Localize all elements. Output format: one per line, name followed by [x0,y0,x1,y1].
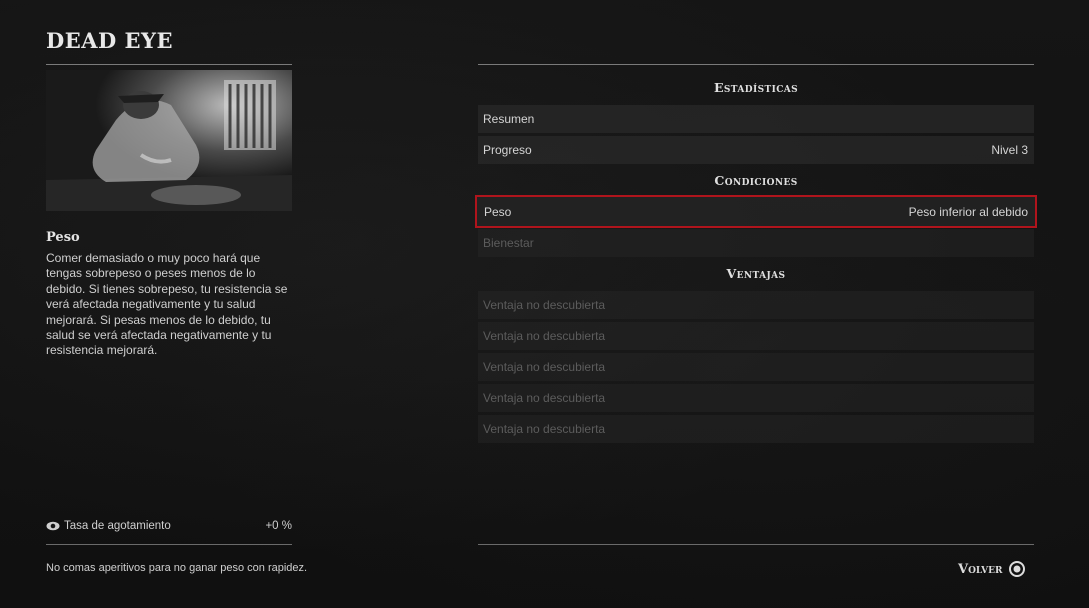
list-item-label: Ventaja no descubierta [483,329,606,343]
eye-icon [46,521,60,531]
stat-divider [46,544,292,545]
dead-eye-screen: DEAD EYE Peso Comer demasiado o muy poco… [0,0,1089,608]
list-item-progress[interactable]: Progreso Nivel 3 [478,136,1034,164]
section-header-conditions: Condiciones [714,173,798,188]
list-item-label: Peso [484,204,512,219]
back-button[interactable]: Volver [958,561,1025,577]
title-divider [46,64,292,65]
list-item-perk[interactable]: Ventaja no descubierta [478,353,1034,381]
stat-row: Tasa de agotamiento +0 % [46,520,292,532]
list-bottom-divider [478,544,1034,545]
list-item-label: Ventaja no descubierta [483,360,606,374]
list-item-label: Resumen [483,112,535,126]
list-item-perk[interactable]: Ventaja no descubierta [478,415,1034,443]
portrait-image [46,70,292,211]
list-item-perk[interactable]: Ventaja no descubierta [478,322,1034,350]
list-item-wellbeing[interactable]: Bienestar [478,229,1034,257]
list-item-perk[interactable]: Ventaja no descubierta [478,291,1034,319]
list-top-divider [478,64,1034,65]
info-title: Peso [46,230,80,245]
list-item-value: Nivel 3 [991,143,1028,157]
list-item-label: Ventaja no descubierta [483,422,606,436]
list-item-label: Ventaja no descubierta [483,391,606,405]
list-item-value: Peso inferior al debido [908,204,1028,219]
list-item-label: Bienestar [483,236,534,250]
list-item-label: Progreso [483,143,532,157]
circle-button-icon [1008,561,1025,577]
stat-label: Tasa de agotamiento [64,520,171,532]
list-item-weight[interactable]: Peso Peso inferior al debido [475,195,1037,228]
character-portrait [46,70,292,211]
page-title: DEAD EYE [46,28,174,53]
hint-text: No comas aperitivos para no ganar peso c… [46,562,308,574]
back-button-label: Volver [958,561,1003,577]
section-header-perks: Ventajas [726,266,786,281]
list-item-summary[interactable]: Resumen [478,105,1034,133]
list-item-label: Ventaja no descubierta [483,298,606,312]
info-description: Comer demasiado o muy poco hará que teng… [46,251,288,358]
list-item-perk[interactable]: Ventaja no descubierta [478,384,1034,412]
stat-value: +0 % [265,520,292,532]
section-header-stats: Estadísticas [713,80,799,95]
